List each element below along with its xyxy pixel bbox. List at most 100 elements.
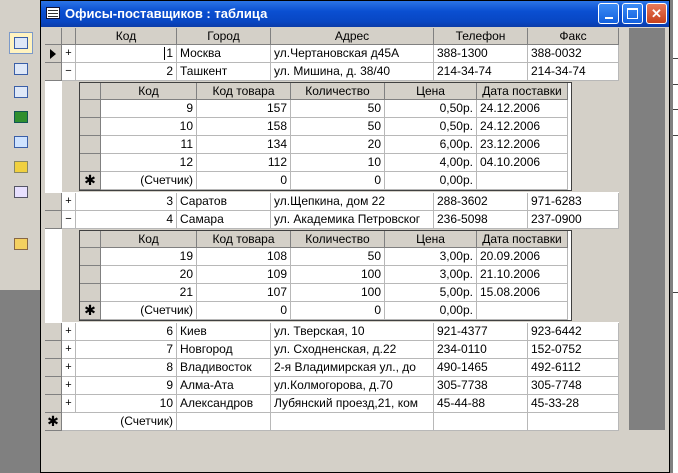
sub-cell-product[interactable]: 109 (197, 266, 291, 284)
sub-cell-product[interactable]: 134 (197, 136, 291, 154)
sub-cell-date[interactable]: 04.10.2006 (477, 154, 568, 172)
cell-fax[interactable]: 214-34-74 (528, 63, 619, 81)
sub-column-header-price[interactable]: Цена (385, 83, 477, 100)
sub-cell-id[interactable]: 11 (101, 136, 197, 154)
cell-address[interactable]: 2-я Владимирская ул., до (271, 359, 434, 377)
sub-cell-id[interactable]: 19 (101, 248, 197, 266)
sub-record-selector[interactable] (80, 136, 101, 154)
sub-cell-id[interactable]: 10 (101, 118, 197, 136)
title-bar[interactable]: Офисы-поставщиков : таблица ✕ (41, 1, 669, 27)
column-header-address[interactable]: Адрес (271, 28, 434, 45)
sub-cell-price[interactable]: 3,00р. (385, 248, 477, 266)
reports-button[interactable] (9, 106, 33, 128)
minimize-button[interactable] (598, 3, 619, 24)
sub-cell-price[interactable]: 5,00р. (385, 284, 477, 302)
sub-cell-product[interactable]: 157 (197, 100, 291, 118)
sub-cell-id[interactable]: 20 (101, 266, 197, 284)
sub-new-qty[interactable]: 0 (291, 302, 385, 320)
sub-column-header-id[interactable]: Код (101, 231, 197, 248)
sub-record-selector[interactable] (80, 248, 101, 266)
new-record-counter[interactable]: (Счетчик) (62, 413, 177, 431)
record-selector[interactable] (45, 63, 62, 81)
sub-record-selector[interactable] (80, 100, 101, 118)
sub-column-header-price[interactable]: Цена (385, 231, 477, 248)
sub-cell-qty[interactable]: 50 (291, 118, 385, 136)
sub-cell-product[interactable]: 158 (197, 118, 291, 136)
cell-city[interactable]: Алма-Ата (177, 377, 271, 395)
cell-address[interactable]: ул. Тверская, 10 (271, 323, 434, 341)
maximize-button[interactable] (622, 3, 643, 24)
cell-fax[interactable]: 45-33-28 (528, 395, 619, 413)
sub-cell-qty[interactable]: 50 (291, 100, 385, 118)
cell-city[interactable]: Саратов (177, 193, 271, 211)
cell-phone[interactable]: 305-7738 (434, 377, 528, 395)
expand-icon[interactable]: + (62, 359, 76, 377)
cell-fax[interactable]: 237-0900 (528, 211, 619, 229)
sub-cell-date[interactable]: 24.12.2006 (477, 100, 568, 118)
cell-id[interactable]: 2 (76, 63, 177, 81)
cell-fax[interactable]: 305-7748 (528, 377, 619, 395)
new-record-icon[interactable]: ✱ (80, 172, 101, 190)
cell-phone[interactable]: 234-0110 (434, 341, 528, 359)
collapse-icon[interactable]: − (62, 211, 76, 229)
cell-phone[interactable]: 214-34-74 (434, 63, 528, 81)
sub-new-product[interactable]: 0 (197, 302, 291, 320)
tables-button[interactable] (9, 32, 33, 54)
sub-column-header-product[interactable]: Код товара (197, 231, 291, 248)
sub-cell-price[interactable]: 0,50р. (385, 100, 477, 118)
cell-id[interactable]: 10 (76, 395, 177, 413)
cell-fax[interactable]: 971-6283 (528, 193, 619, 211)
sub-new-counter[interactable]: (Счетчик) (101, 172, 197, 190)
collapse-icon[interactable]: − (62, 63, 76, 81)
sub-cell-price[interactable]: 4,00р. (385, 154, 477, 172)
cell-city[interactable]: Александров (177, 395, 271, 413)
record-selector[interactable] (45, 395, 62, 413)
cell-city[interactable]: Киев (177, 323, 271, 341)
new-record-address[interactable] (271, 413, 434, 431)
sub-new-date[interactable] (477, 172, 568, 190)
cell-id[interactable]: 6 (76, 323, 177, 341)
new-record-fax[interactable] (528, 413, 619, 431)
new-record-city[interactable] (177, 413, 271, 431)
record-selector[interactable] (45, 377, 62, 395)
column-header-id[interactable]: Код (76, 28, 177, 45)
cell-phone[interactable]: 45-44-88 (434, 395, 528, 413)
cell-id[interactable]: 8 (76, 359, 177, 377)
expand-icon[interactable]: + (62, 45, 76, 63)
record-selector[interactable] (45, 359, 62, 377)
sub-cell-qty[interactable]: 20 (291, 136, 385, 154)
sub-cell-product[interactable]: 107 (197, 284, 291, 302)
expand-icon[interactable]: + (62, 193, 76, 211)
cell-fax[interactable]: 492-6112 (528, 359, 619, 377)
groups-button[interactable] (9, 233, 33, 255)
sub-cell-qty[interactable]: 50 (291, 248, 385, 266)
sub-column-header-qty[interactable]: Количество (291, 231, 385, 248)
record-selector[interactable] (45, 45, 62, 63)
sub-column-header-id[interactable]: Код (101, 83, 197, 100)
pages-button[interactable] (9, 131, 33, 153)
forms-button[interactable] (9, 81, 33, 103)
expand-icon[interactable]: + (62, 323, 76, 341)
cell-fax[interactable]: 388-0032 (528, 45, 619, 63)
sub-column-header-date[interactable]: Дата поставки (477, 83, 568, 100)
cell-city[interactable]: Владивосток (177, 359, 271, 377)
sub-column-header-date[interactable]: Дата поставки (477, 231, 568, 248)
sub-record-selector[interactable] (80, 118, 101, 136)
close-button[interactable]: ✕ (646, 3, 667, 24)
sub-new-price[interactable]: 0,00р. (385, 172, 477, 190)
new-record-phone[interactable] (434, 413, 528, 431)
sub-new-date[interactable] (477, 302, 568, 320)
cell-id[interactable]: 1 (76, 45, 177, 63)
column-header-phone[interactable]: Телефон (434, 28, 528, 45)
cell-city[interactable]: Новгород (177, 341, 271, 359)
cell-address[interactable]: ул.Щепкина, дом 22 (271, 193, 434, 211)
cell-address[interactable]: ул.Колмогорова, д.70 (271, 377, 434, 395)
sub-cell-date[interactable]: 20.09.2006 (477, 248, 568, 266)
cell-phone[interactable]: 288-3602 (434, 193, 528, 211)
record-selector[interactable] (45, 323, 62, 341)
datasheet-grid[interactable]: Код Город Адрес Телефон Факс +1 Москва ул.Черта… (45, 28, 619, 431)
sub-cell-product[interactable]: 112 (197, 154, 291, 172)
new-record-icon[interactable]: ✱ (45, 413, 62, 431)
cell-city[interactable]: Москва (177, 45, 271, 63)
cell-city[interactable]: Ташкент (177, 63, 271, 81)
